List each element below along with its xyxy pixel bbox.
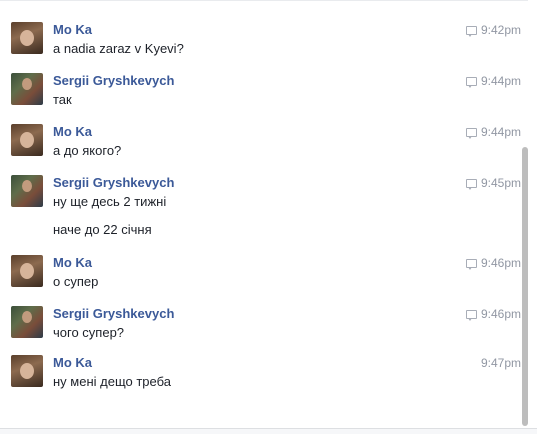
timestamp: 9:46pm (465, 307, 521, 321)
message-text: а до якого? (53, 143, 122, 158)
timestamp-text: 9:44pm (480, 125, 521, 139)
timestamp-text: 9:44pm (480, 74, 521, 88)
timestamp-text: 9:42pm (480, 23, 521, 37)
message-text: ну мені дещо треба (53, 374, 171, 389)
message-text: ну ще десь 2 тижні (53, 194, 167, 209)
sender-name[interactable]: Mo Ka (53, 255, 92, 270)
timestamp: 9:44pm (465, 125, 521, 139)
sender-name[interactable]: Mo Ka (53, 22, 92, 37)
avatar[interactable] (11, 22, 43, 54)
avatar[interactable] (11, 255, 43, 287)
message-text: чого супер? (53, 325, 125, 340)
message-text: наче до 22 січня (53, 222, 152, 237)
sender-name[interactable]: Sergii Gryshkevych (53, 175, 174, 190)
seen-check-icon (465, 258, 477, 270)
timestamp: 9:44pm (465, 74, 521, 88)
avatar[interactable] (11, 175, 43, 207)
scrollbar-thumb[interactable] (522, 147, 528, 426)
seen-check-icon (465, 178, 477, 190)
timestamp-text: 9:46pm (480, 307, 521, 321)
sender-name[interactable]: Mo Ka (53, 124, 92, 139)
composer-border (0, 428, 537, 434)
timestamp-text: 9:47pm (480, 356, 521, 370)
timestamp: 9:45pm (465, 176, 521, 190)
timestamp: 9:42pm (465, 23, 521, 37)
avatar[interactable] (11, 355, 43, 387)
sender-name[interactable]: Sergii Gryshkevych (53, 306, 174, 321)
timestamp-text: 9:45pm (480, 176, 521, 190)
timestamp: 9:47pm (481, 356, 521, 370)
sender-name[interactable]: Mo Ka (53, 355, 92, 370)
avatar[interactable] (11, 306, 43, 338)
timestamp: 9:46pm (465, 256, 521, 270)
seen-check-icon (465, 127, 477, 139)
message-thread[interactable]: Mo Ka a nadia zaraz v Kyevi? 9:42pm Sergii … (0, 0, 528, 433)
avatar[interactable] (11, 124, 43, 156)
sender-name[interactable]: Sergii Gryshkevych (53, 73, 174, 88)
seen-check-icon (465, 25, 477, 37)
message-text: a nadia zaraz v Kyevi? (53, 41, 184, 56)
timestamp-text: 9:46pm (480, 256, 521, 270)
avatar[interactable] (11, 73, 43, 105)
message-text: так (53, 92, 72, 107)
message-text: о супер (53, 274, 99, 289)
seen-check-icon (465, 76, 477, 88)
seen-check-icon (465, 309, 477, 321)
